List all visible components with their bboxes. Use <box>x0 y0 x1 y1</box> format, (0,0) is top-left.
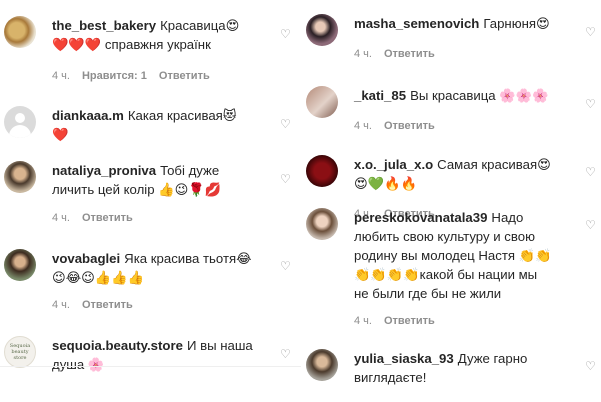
heart-outline-icon[interactable]: ♡ <box>585 219 597 231</box>
comment-body-line2: любить свою культуру и свою <box>354 229 535 244</box>
avatar[interactable] <box>306 155 338 187</box>
reply-button[interactable]: Ответить <box>82 212 133 224</box>
comment-username[interactable]: masha_semenovich <box>354 16 479 31</box>
comment-body: Какая красивая😻 <box>127 108 237 123</box>
heart-outline-icon[interactable]: ♡ <box>280 28 292 40</box>
avatar[interactable] <box>4 161 36 193</box>
comment-text: yulia_siaska_93 Дуже гарно виглядаєте! <box>354 349 593 387</box>
comment-body-line2: ❤️ <box>52 127 69 142</box>
heart-outline-icon[interactable]: ♡ <box>280 348 292 360</box>
comment-username[interactable]: the_best_bakery <box>52 18 156 33</box>
avatar[interactable] <box>306 349 338 381</box>
comment-body-line2: душа 🌸 <box>52 357 105 372</box>
avatar[interactable] <box>4 106 36 138</box>
avatar[interactable] <box>306 86 338 118</box>
comment-body: Вы красавица 🌸🌸🌸 <box>410 88 549 103</box>
comment-username[interactable]: nataliya_proniva <box>52 163 156 178</box>
comment-username[interactable]: pereskokovanatala39 <box>354 210 487 225</box>
heart-outline-icon[interactable]: ♡ <box>585 166 597 178</box>
avatar-text: store <box>13 355 27 361</box>
comment-text: sequoia.beauty.store И вы наша душа 🌸 <box>52 336 276 374</box>
comment-text: the_best_bakery Красавица😍 ❤️❤️❤️ справжн… <box>52 16 276 54</box>
reply-button[interactable]: Ответить <box>384 120 435 132</box>
comment-body: Тобі дуже <box>160 163 220 178</box>
comment-username[interactable]: vovabaglei <box>52 251 120 266</box>
comment-time[interactable]: 4 ч. <box>52 70 70 82</box>
comment-body: И вы наша <box>186 338 253 353</box>
comment-text: diankaaa.m Какая красивая😻 ❤️ <box>52 106 276 144</box>
comment-time[interactable]: 4 ч. <box>354 120 372 132</box>
comment-body-line2: 😍💚🔥🔥 <box>354 176 418 191</box>
divider <box>0 366 301 367</box>
heart-outline-icon[interactable]: ♡ <box>280 118 292 130</box>
heart-outline-icon[interactable]: ♡ <box>280 173 292 185</box>
comment-username[interactable]: yulia_siaska_93 <box>354 351 454 366</box>
comment-body: Надо <box>491 210 524 225</box>
comment-text: _kati_85 Вы красавица 🌸🌸🌸 <box>354 86 593 105</box>
heart-outline-icon[interactable]: ♡ <box>585 98 597 110</box>
comment-body-line2: 😉😂😉👍👍👍 <box>52 270 145 285</box>
heart-outline-icon[interactable]: ♡ <box>585 26 597 38</box>
avatar[interactable] <box>4 16 36 48</box>
avatar[interactable]: Sequoia beauty store <box>4 336 36 368</box>
comment-body: Яка красива тьотя😂 <box>124 251 252 266</box>
comment-meta: 4 ч. Ответить <box>354 315 435 327</box>
reply-button[interactable]: Ответить <box>82 299 133 311</box>
comment-text: pereskokovanatala39 Надо любить свою куль… <box>354 208 593 303</box>
comment-meta: 4 ч. Ответить <box>52 212 133 224</box>
comment-text: masha_semenovich Гарнюня😍 <box>354 14 593 33</box>
comment-meta: 4 ч. Ответить <box>52 299 133 311</box>
comment-time[interactable]: 4 ч. <box>354 315 372 327</box>
comment-time[interactable]: 4 ч. <box>52 212 70 224</box>
heart-outline-icon[interactable]: ♡ <box>280 260 292 272</box>
reply-button[interactable]: Ответить <box>384 48 435 60</box>
comment-meta: 4 ч. Нравится: 1 Ответить <box>52 70 210 82</box>
comment-meta: 4 ч. Ответить <box>354 48 435 60</box>
reply-button[interactable]: Ответить <box>159 70 210 82</box>
comment-body-line5: не были где бы не жили <box>354 286 502 301</box>
heart-outline-icon[interactable]: ♡ <box>585 360 597 372</box>
avatar[interactable] <box>306 208 338 240</box>
comment-username[interactable]: sequoia.beauty.store <box>52 338 183 353</box>
comment-text: x.o._jula_x.o Самая красивая😍 😍💚🔥🔥 <box>354 155 593 193</box>
comment-time[interactable]: 4 ч. <box>52 299 70 311</box>
avatar[interactable] <box>4 249 36 281</box>
comment-body-line2: личить цей колір 👍😉🌹💋 <box>52 182 222 197</box>
comment-username[interactable]: diankaaa.m <box>52 108 124 123</box>
comment-body: Дуже гарно <box>457 351 528 366</box>
comment-likes[interactable]: Нравится: 1 <box>82 70 147 82</box>
comment-body-line2: ❤️❤️❤️ справжня українк <box>52 37 211 52</box>
comment-body-line2: виглядаєте! <box>354 370 427 385</box>
comment-body: Красавица😍 <box>160 18 240 33</box>
comment-time[interactable]: 4 ч. <box>354 48 372 60</box>
reply-button[interactable]: Ответить <box>384 315 435 327</box>
comment-body-line4: 👏👏👏👏какой бы нации мы <box>354 267 538 282</box>
avatar[interactable] <box>306 14 338 46</box>
comment-meta: 4 ч. Ответить <box>354 120 435 132</box>
comment-body: Самая красивая😍 <box>437 157 551 172</box>
comment-username[interactable]: _kati_85 <box>354 88 406 103</box>
comment-body: Гарнюня😍 <box>483 16 550 31</box>
comment-username[interactable]: x.o._jula_x.o <box>354 157 433 172</box>
comment-text: nataliya_proniva Тобі дуже личить цей кол… <box>52 161 276 199</box>
comment-text: vovabaglei Яка красива тьотя😂 😉😂😉👍👍👍 <box>52 249 276 287</box>
comment-body-line3: родину вы молодец Настя 👏👏 <box>354 248 552 263</box>
